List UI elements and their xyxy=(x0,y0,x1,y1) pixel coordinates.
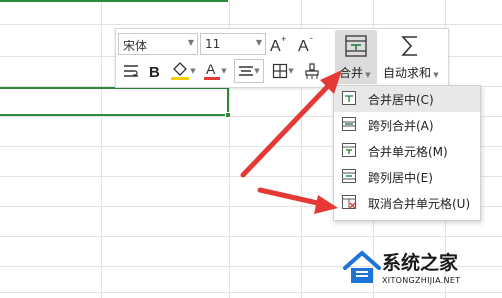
menu-item-merge-across[interactable]: 跨列合并(A) xyxy=(334,112,480,138)
house-logo-icon xyxy=(343,250,381,283)
clear-format-button[interactable] xyxy=(300,59,324,83)
autosum-button[interactable] xyxy=(391,31,429,61)
merge-center-icon xyxy=(342,91,356,105)
fill-bucket-icon xyxy=(171,62,190,80)
watermark: 系统之家 XITONGZHIJIA.NET xyxy=(340,244,502,298)
chevron-down-icon: ▼ xyxy=(254,67,260,75)
menu-item-merge-cells[interactable]: 合并单元格(M) xyxy=(334,138,480,164)
sigma-icon xyxy=(401,36,417,56)
chevron-down-icon: ▼ xyxy=(187,38,194,47)
bold-button[interactable]: B xyxy=(144,60,166,82)
autosum-label[interactable]: 自动求和 ▼ xyxy=(383,64,439,81)
selected-cell-range xyxy=(0,87,229,116)
unmerge-cells-icon xyxy=(342,195,356,209)
chevron-down-icon: ▼ xyxy=(363,71,371,79)
merge-dropdown-menu: 合并居中(C) 跨列合并(A) 合并单元格(M) 跨列居中(E) 取消合并单元格… xyxy=(333,85,481,221)
borders-button[interactable]: ▼ xyxy=(268,59,298,83)
menu-item-label: 跨列居中(E) xyxy=(368,171,433,185)
menu-item-label: 跨列合并(A) xyxy=(368,119,434,133)
menu-item-unmerge-cells[interactable]: 取消合并单元格(U) xyxy=(334,190,480,216)
menu-item-merge-center[interactable]: 合并居中(C) xyxy=(334,86,480,112)
chevron-down-icon: ▼ xyxy=(221,67,227,75)
align-button[interactable]: ▼ xyxy=(234,59,264,83)
autosum-label-text: 自动求和 xyxy=(383,66,432,80)
increase-font-button[interactable]: A + xyxy=(268,33,290,55)
borders-icon xyxy=(273,63,288,79)
chevron-down-icon: ▼ xyxy=(288,67,294,75)
decrease-font-icon: A - xyxy=(298,34,313,54)
fill-handle xyxy=(225,112,231,118)
merge-button[interactable] xyxy=(337,31,375,61)
bold-icon: B xyxy=(149,64,160,80)
merge-label-text: 合并 xyxy=(339,66,364,80)
font-color-button[interactable]: A ▼ xyxy=(200,59,230,83)
menu-item-label: 合并居中(C) xyxy=(368,93,434,107)
chevron-down-icon: ▼ xyxy=(431,71,439,79)
format-painter-button[interactable] xyxy=(120,60,142,82)
watermark-url: XITONGZHIJIA.NET xyxy=(382,276,461,285)
merge-across-icon xyxy=(342,117,356,131)
merge-label[interactable]: 合并 ▼ xyxy=(339,64,371,81)
watermark-title: 系统之家 xyxy=(382,252,459,274)
mini-toolbar: 宋体 ▼ 11 ▼ A + A - B ▼ A ▼ ▼ ▼ 合并 ▼ 自动求和 … xyxy=(115,28,449,88)
fill-color-button[interactable]: ▼ xyxy=(168,59,198,83)
decrease-font-button[interactable]: A - xyxy=(296,33,318,55)
align-center-icon xyxy=(239,66,254,76)
font-name-value: 宋体 xyxy=(123,39,148,53)
svg-text:+: + xyxy=(281,34,286,44)
svg-text:-: - xyxy=(310,34,313,43)
chevron-down-icon: ▼ xyxy=(190,67,196,75)
chevron-down-icon: ▼ xyxy=(255,38,262,47)
svg-text:B: B xyxy=(149,64,160,80)
menu-item-label: 取消合并单元格(U) xyxy=(368,197,471,211)
wrap-format-icon xyxy=(124,65,138,77)
increase-font-icon: A + xyxy=(270,34,286,54)
format-brush-icon xyxy=(305,63,319,79)
merge-center-icon xyxy=(345,35,367,57)
font-size-select[interactable]: 11 ▼ xyxy=(200,33,266,55)
svg-text:A: A xyxy=(206,61,216,77)
font-color-icon: A xyxy=(204,61,221,80)
merge-cells-icon xyxy=(342,143,356,157)
center-across-icon xyxy=(342,169,356,183)
menu-item-label: 合并单元格(M) xyxy=(368,145,448,159)
font-name-select[interactable]: 宋体 ▼ xyxy=(118,33,198,55)
font-size-value: 11 xyxy=(205,37,221,51)
svg-text:A: A xyxy=(298,38,309,54)
menu-item-center-across[interactable]: 跨列居中(E) xyxy=(334,164,480,190)
svg-text:A: A xyxy=(270,38,281,54)
